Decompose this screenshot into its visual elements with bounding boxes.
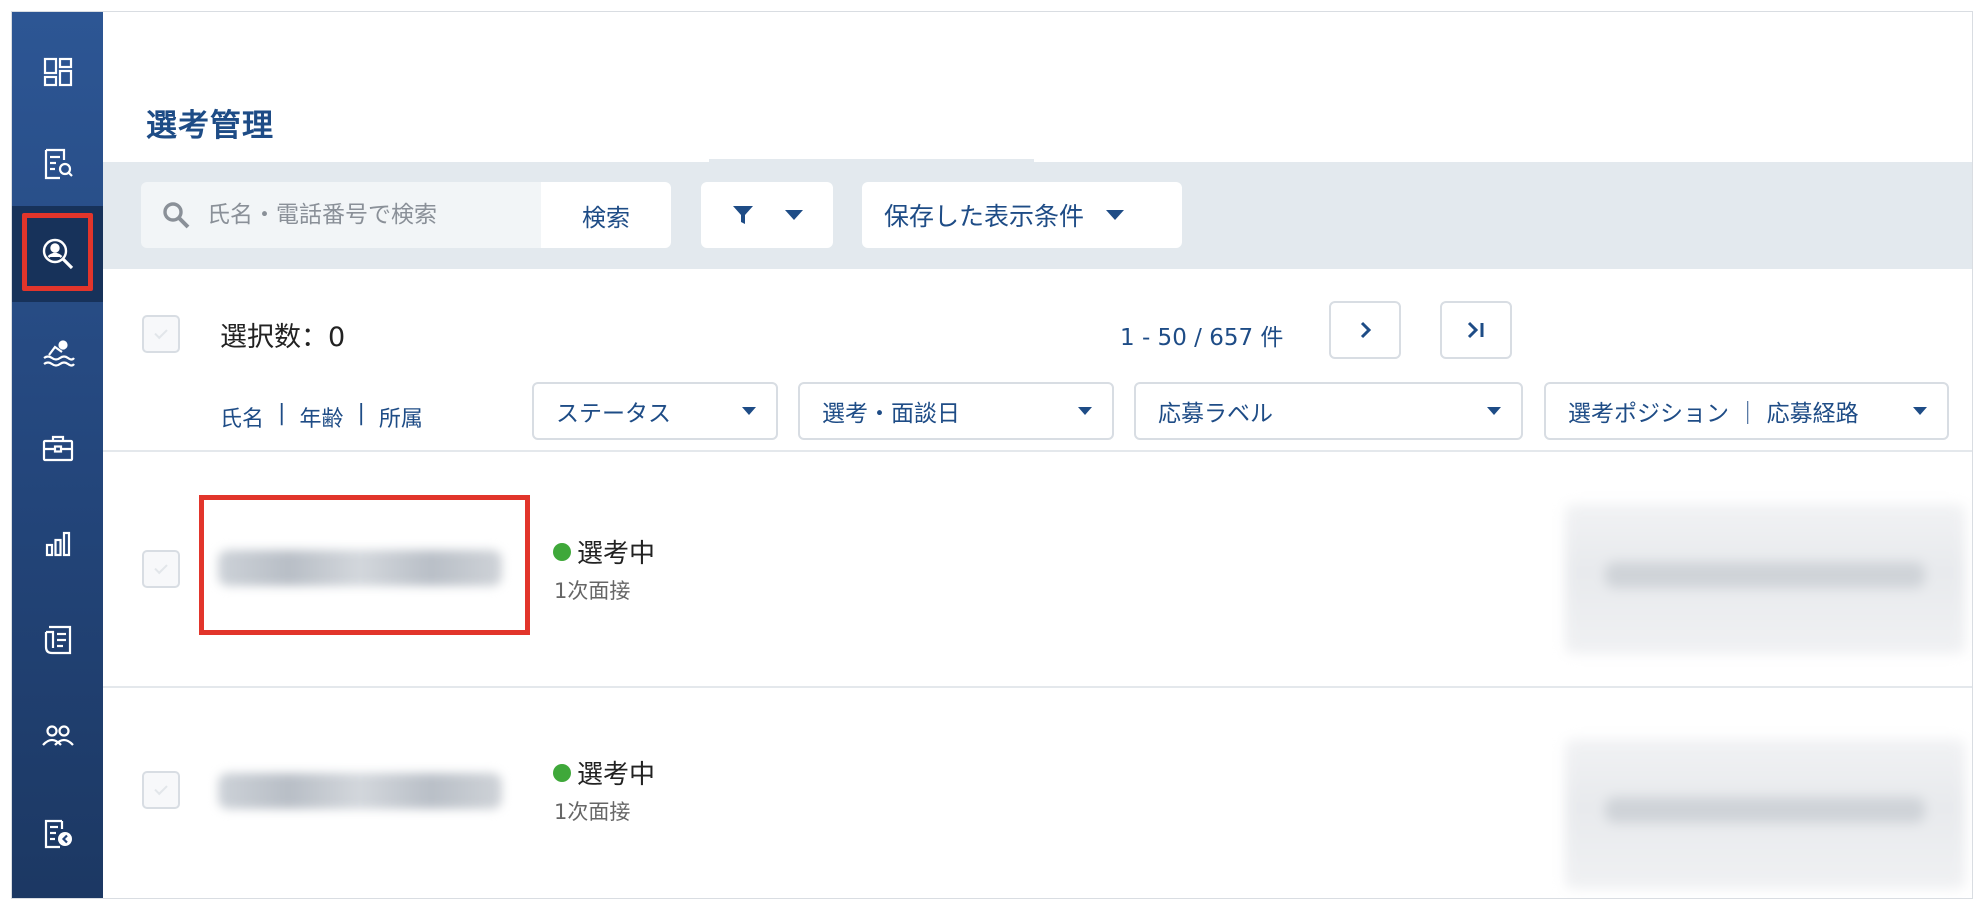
status-dot-icon xyxy=(553,763,571,782)
documents-icon xyxy=(44,625,71,655)
chevron-down-icon xyxy=(1913,407,1927,415)
saved-view-label: 保存した表示条件 xyxy=(884,202,1085,231)
status-badge: 選考中 xyxy=(553,533,655,570)
search-icon xyxy=(163,202,190,229)
last-page-icon xyxy=(1467,321,1484,339)
column-header-name-age-affiliation[interactable]: 氏名 | 年齢 | 所属 xyxy=(220,401,423,433)
column-separator: | xyxy=(278,401,286,426)
sidebar-item-swimmer[interactable] xyxy=(12,304,103,400)
chevron-down-icon xyxy=(1078,407,1092,415)
sidebar-item-document-search[interactable] xyxy=(12,116,103,212)
column-separator: | xyxy=(357,401,365,426)
sidebar-item-users[interactable] xyxy=(12,688,103,784)
main-content: 選考管理 検索 保存した表示条件 選択数：0 xyxy=(103,12,1972,898)
column-status-label: ステータス xyxy=(556,401,671,427)
document-add-icon xyxy=(44,819,72,849)
app-window: 選考管理 検索 保存した表示条件 選択数：0 xyxy=(11,11,1973,899)
sidebar-item-jobs[interactable] xyxy=(12,400,103,496)
search-box[interactable] xyxy=(141,182,541,248)
redacted-position-info xyxy=(1565,504,1965,654)
chevron-down-icon xyxy=(785,210,803,220)
column-status-dropdown[interactable]: ステータス xyxy=(532,382,778,440)
sidebar-item-candidate-search[interactable] xyxy=(12,206,103,302)
column-age-label: 年齢 xyxy=(299,407,344,432)
swimmer-icon xyxy=(42,340,75,367)
status-badge: 選考中 xyxy=(553,754,655,791)
row-checkbox[interactable] xyxy=(142,550,180,588)
stage-label: 1次面接 xyxy=(554,800,631,824)
column-name-label: 氏名 xyxy=(220,407,265,432)
status-dot-icon xyxy=(553,542,571,561)
column-position-route-label: 選考ポジション ｜ 応募経路 xyxy=(1568,401,1859,427)
selection-count: 選択数：0 xyxy=(220,322,346,353)
last-page-button[interactable] xyxy=(1440,301,1512,359)
select-all-checkbox[interactable] xyxy=(142,315,180,353)
document-search-icon xyxy=(44,148,73,180)
header-divider xyxy=(103,450,1972,452)
redacted-candidate-name[interactable] xyxy=(218,773,502,809)
column-interview-date-label: 選考・面談日 xyxy=(822,401,960,427)
chevron-down-icon xyxy=(1487,407,1501,415)
users-icon xyxy=(41,725,74,746)
bar-chart-icon xyxy=(45,531,70,557)
filter-icon xyxy=(733,206,753,224)
stage-label: 1次面接 xyxy=(554,579,631,603)
row-checkbox[interactable] xyxy=(142,771,180,809)
sidebar xyxy=(12,12,103,898)
filter-button[interactable] xyxy=(701,182,833,248)
chevron-down-icon xyxy=(742,407,756,415)
saved-view-dropdown[interactable]: 保存した表示条件 xyxy=(862,182,1182,248)
column-position-route-dropdown[interactable]: 選考ポジション ｜ 応募経路 xyxy=(1544,382,1949,440)
column-application-label-dropdown[interactable]: 応募ラベル xyxy=(1134,382,1523,440)
redacted-position-info xyxy=(1565,739,1965,889)
sidebar-item-document-add[interactable] xyxy=(12,786,103,882)
column-application-label-label: 応募ラベル xyxy=(1158,401,1273,427)
column-interview-date-dropdown[interactable]: 選考・面談日 xyxy=(798,382,1114,440)
search-input[interactable] xyxy=(207,202,527,228)
dashboard-icon xyxy=(43,57,72,87)
sidebar-item-reports[interactable] xyxy=(12,496,103,592)
search-button[interactable]: 検索 xyxy=(541,182,671,248)
next-page-button[interactable] xyxy=(1329,301,1401,359)
briefcase-icon xyxy=(42,435,73,462)
pagination-range: 1 - 50 / 657 件 xyxy=(1120,325,1284,351)
status-label: 選考中 xyxy=(577,760,656,790)
column-affiliation-label: 所属 xyxy=(378,407,423,432)
name-highlight-outline xyxy=(199,495,530,635)
sidebar-item-documents[interactable] xyxy=(12,592,103,688)
sidebar-item-dashboard[interactable] xyxy=(12,24,103,120)
chevron-down-icon xyxy=(1106,210,1125,220)
row-divider xyxy=(103,686,1972,688)
candidate-search-icon xyxy=(42,238,73,270)
page-title: 選考管理 xyxy=(146,108,274,144)
search-toolbar: 検索 保存した表示条件 xyxy=(103,162,1972,269)
status-label: 選考中 xyxy=(577,539,656,569)
chevron-right-icon xyxy=(1360,321,1372,339)
